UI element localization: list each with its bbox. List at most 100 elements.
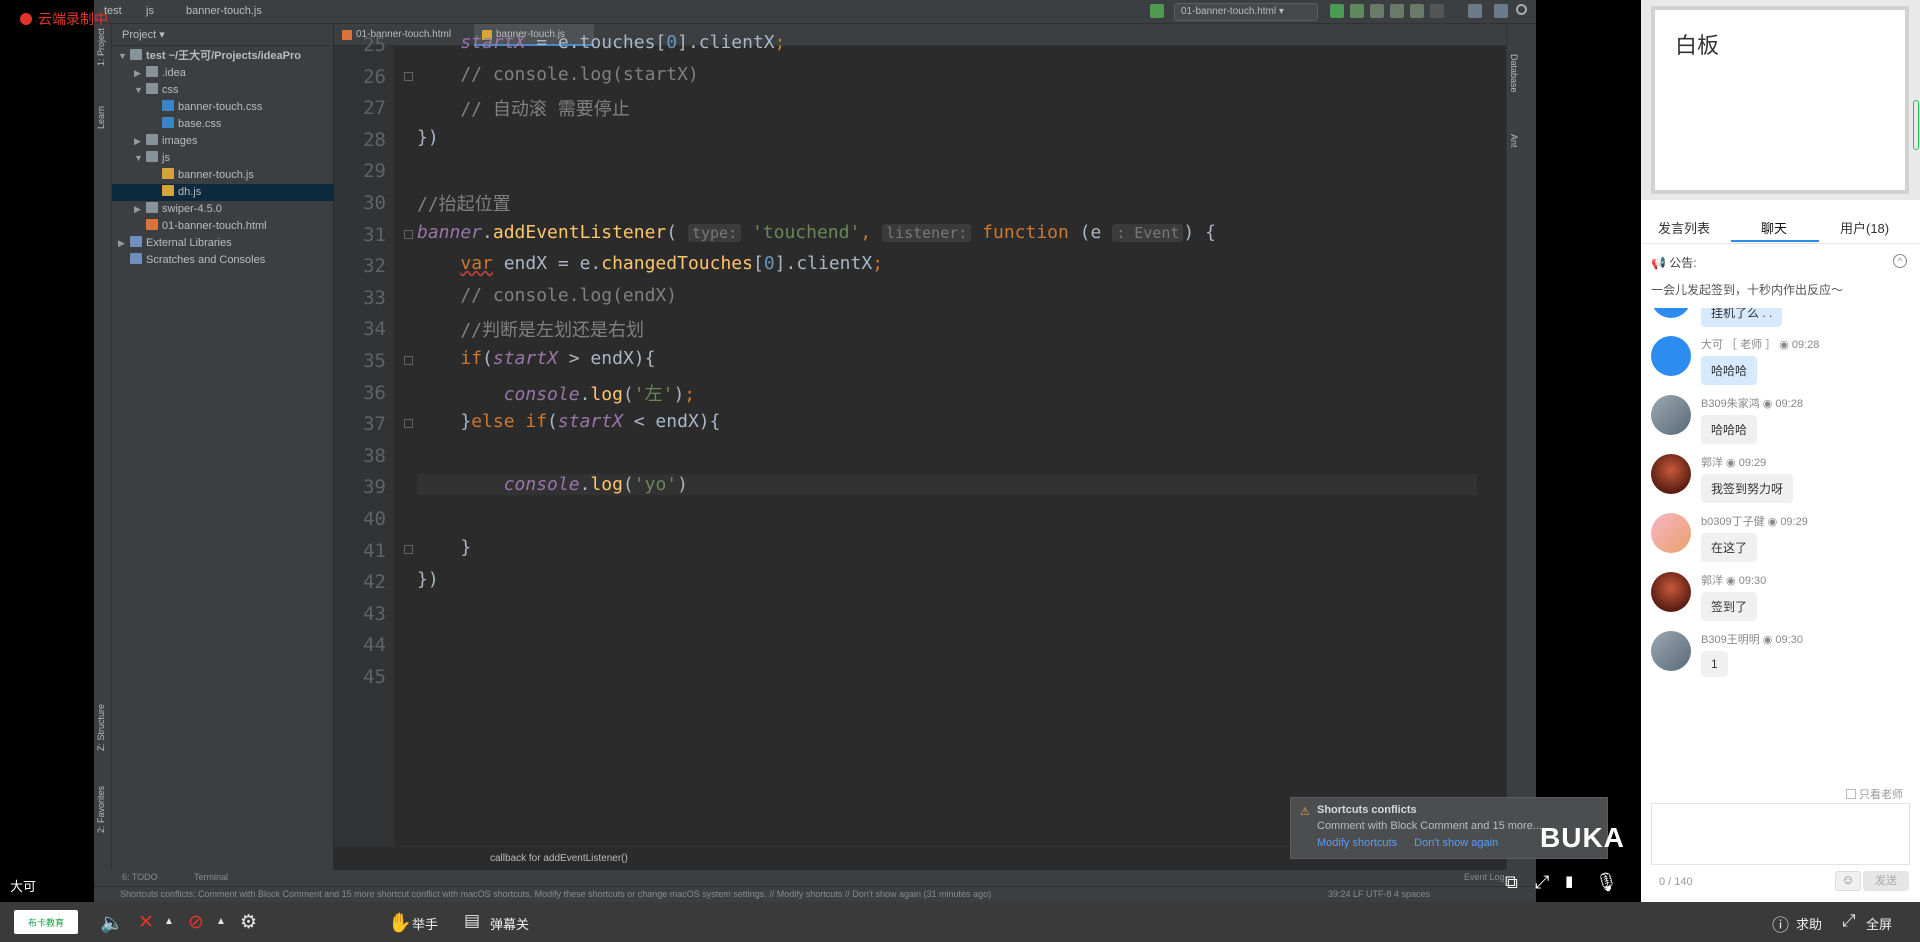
fullscreen-icon[interactable]: ⤢ <box>1842 911 1856 931</box>
tree-item[interactable]: ▼ css <box>112 82 334 99</box>
expand-arrow-icon[interactable]: ▼ <box>118 48 130 65</box>
mic-dropdown-icon[interactable]: ▲ <box>164 916 174 927</box>
tree-item[interactable]: dh.js <box>112 184 334 201</box>
project-panel: Project ▾ ▼ test ~/王大可/Projects/ideaPro ▶.… <box>112 24 334 870</box>
avatar[interactable] <box>1651 572 1691 612</box>
avatar[interactable] <box>1651 308 1691 318</box>
dont-show-again-link[interactable]: Don't show again <box>1414 837 1498 849</box>
tree-item[interactable]: ▶ .idea <box>112 65 334 82</box>
build-hammer-icon[interactable] <box>1150 4 1164 18</box>
avatar[interactable] <box>1651 336 1691 376</box>
avatar[interactable] <box>1651 454 1691 494</box>
folder-icon <box>130 49 142 60</box>
fold-marker[interactable] <box>404 419 413 428</box>
tree-item-label: 01-banner-touch.html <box>162 220 267 232</box>
notification-title: Shortcuts conflicts <box>1317 804 1417 816</box>
tree-item[interactable]: ▶ images <box>112 133 334 150</box>
chat-list[interactable]: 挂机了么 . . 大可 ［ 老师 ］ ◉ 09:28 哈哈哈 B309朱家鸿 ◉ 09… <box>1641 308 1920 788</box>
raise-hand-button[interactable]: 举手 <box>412 914 438 933</box>
checkbox-icon[interactable] <box>1846 789 1856 799</box>
fold-marker[interactable] <box>404 230 413 239</box>
tree-item[interactable]: ▼ test ~/王大可/Projects/ideaPro <box>112 48 334 65</box>
modify-shortcuts-link[interactable]: Modify shortcuts <box>1317 837 1397 849</box>
project-view-select[interactable]: Project ▾ <box>122 29 165 41</box>
settings-icon[interactable]: ⚙ <box>240 911 257 934</box>
tree-item[interactable]: ▼ js <box>112 150 334 167</box>
avatar[interactable] <box>1651 631 1691 671</box>
camera-dropdown-icon[interactable]: ▲ <box>216 916 226 927</box>
html-file-icon <box>342 30 352 40</box>
run-config-select[interactable]: 01-banner-touch.html ▾ <box>1174 3 1318 21</box>
tree-item[interactable]: 01-banner-touch.html <box>112 218 334 235</box>
tool-tab-learn[interactable]: Learn <box>96 106 106 129</box>
switch-layout-icon[interactable]: ⧉ <box>1505 872 1518 893</box>
fold-marker[interactable] <box>404 545 413 554</box>
raise-hand-icon[interactable]: ✋ <box>388 911 412 935</box>
line-number: 33 <box>363 286 386 309</box>
tool-tab-project[interactable]: 1: Project <box>96 28 106 66</box>
code-breadcrumb[interactable]: callback for addEventListener() <box>490 853 628 864</box>
layout-icon[interactable] <box>1494 4 1508 18</box>
profile-icon[interactable] <box>1390 4 1404 18</box>
run-icon[interactable] <box>1330 4 1344 18</box>
tool-tab-database[interactable]: Database <box>1509 54 1519 93</box>
breadcrumb-file[interactable]: banner-touch.js <box>186 5 262 17</box>
collapse-icon[interactable]: ^ <box>1893 254 1907 268</box>
code-editor[interactable]: 01-banner-touch.html banner-touch.js 25 2… <box>334 24 1506 870</box>
only-teacher-checkbox[interactable]: 只看老师 <box>1846 786 1903 802</box>
danmaku-icon[interactable]: ▤ <box>464 911 480 931</box>
whiteboard[interactable]: 白板 <box>1651 6 1909 194</box>
avatar[interactable] <box>1651 513 1691 553</box>
message-meta: B309朱家鸿 ◉ 09:28 <box>1701 395 1803 411</box>
project-structure-icon[interactable] <box>1468 4 1482 18</box>
expand-arrow-icon[interactable]: ▼ <box>134 82 146 99</box>
emoji-button[interactable]: ☺ <box>1835 871 1861 891</box>
coverage-icon[interactable] <box>1370 4 1384 18</box>
mic-muted-icon[interactable]: ✕ <box>138 911 154 934</box>
debug-icon[interactable] <box>1350 4 1364 18</box>
expand-arrow-icon[interactable]: ▶ <box>118 235 130 252</box>
tool-tab-structure[interactable]: Z: Structure <box>96 704 106 751</box>
tool-tab-ant[interactable]: Ant <box>1509 134 1519 148</box>
tree-item[interactable]: base.css <box>112 116 334 133</box>
fullscreen-button[interactable]: 全屏 <box>1866 914 1892 933</box>
tree-item[interactable]: banner-touch.css <box>112 99 334 116</box>
tree-item[interactable]: ▶ swiper-4.5.0 <box>112 201 334 218</box>
line-number: 43 <box>363 602 386 625</box>
whiteboard-scrollbar[interactable] <box>1913 100 1919 150</box>
fold-marker[interactable] <box>404 72 413 81</box>
expand-arrow-icon[interactable]: ▶ <box>134 201 146 218</box>
expand-arrow-icon[interactable]: ▼ <box>134 150 146 167</box>
stop-icon[interactable] <box>1430 4 1444 18</box>
fold-marker[interactable] <box>404 356 413 365</box>
camera-off-icon[interactable]: ⊘ <box>188 911 204 934</box>
danmaku-toggle[interactable]: 弹幕关 <box>490 914 529 933</box>
help-button[interactable]: 求助 <box>1796 914 1822 933</box>
tree-item[interactable]: ▶ External Libraries <box>112 235 334 252</box>
tool-tab-todo[interactable]: 6: TODO <box>122 872 158 882</box>
expand-arrow-icon[interactable]: ▶ <box>134 65 146 82</box>
expand-arrow-icon[interactable]: ▶ <box>134 133 146 150</box>
tab-chat[interactable]: 聊天 <box>1761 218 1787 237</box>
tree-item[interactable]: Scratches and Consoles <box>112 252 334 269</box>
send-button[interactable]: 发送 <box>1863 871 1909 891</box>
avatar[interactable] <box>1651 395 1691 435</box>
breadcrumb-folder[interactable]: js <box>146 5 154 17</box>
expand-icon[interactable]: ⤢ <box>1535 872 1549 893</box>
tool-tab-event-log[interactable]: Event Log <box>1464 872 1505 882</box>
chat-input[interactable] <box>1651 803 1910 865</box>
speaker-icon[interactable]: 🔈 <box>100 911 124 935</box>
build-icon[interactable] <box>1410 4 1424 18</box>
tab-users[interactable]: 用户(18) <box>1840 218 1889 237</box>
tree-item[interactable]: banner-touch.js <box>112 167 334 184</box>
status-message[interactable]: Shortcuts conflicts: Comment with Block … <box>120 889 991 899</box>
tab-speaker-list[interactable]: 发言列表 <box>1658 218 1710 237</box>
bottom-tool-strip: 6: TODO Terminal Event Log <box>94 870 1536 886</box>
microphone-icon[interactable]: 🎙 <box>1595 872 1618 893</box>
search-icon[interactable] <box>1516 4 1527 15</box>
folder-icon <box>146 151 158 162</box>
help-icon[interactable]: ⓘ <box>1772 911 1789 936</box>
line-number: 38 <box>363 444 386 467</box>
tool-tab-terminal[interactable]: Terminal <box>194 872 228 882</box>
tool-tab-favorites[interactable]: 2: Favorites <box>96 786 106 833</box>
